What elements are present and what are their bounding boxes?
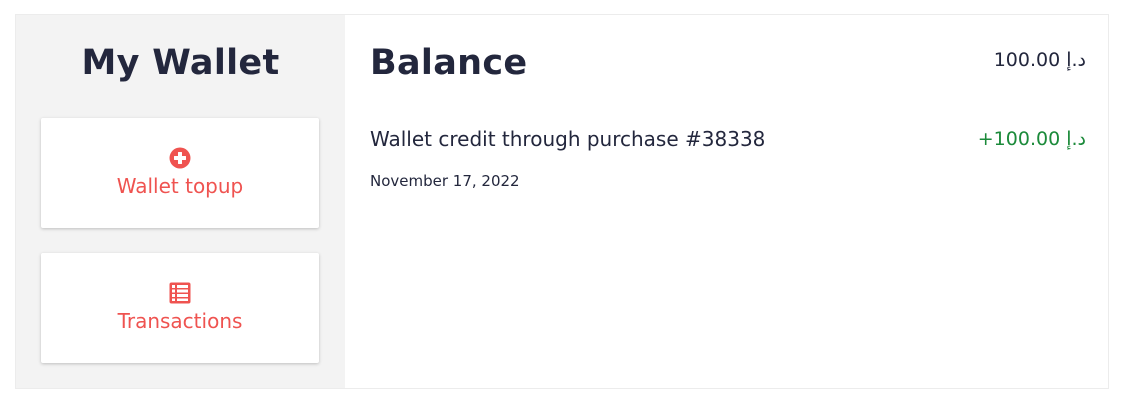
wallet-topup-button[interactable]: Wallet topup: [41, 118, 319, 228]
balance-main: Balance 100.00 د.إ Wallet credit through…: [345, 15, 1108, 388]
balance-amount: 100.00 د.إ: [993, 49, 1086, 71]
plus-circle-icon: [169, 147, 191, 169]
transaction-description: Wallet credit through purchase #38338: [370, 127, 766, 151]
transaction-date: November 17, 2022: [370, 172, 520, 190]
wallet-sidebar: My Wallet Wallet topup Transactions: [16, 15, 345, 388]
wallet-topup-label: Wallet topup: [116, 174, 244, 198]
transactions-button[interactable]: Transactions: [41, 253, 319, 363]
wallet-panel: My Wallet Wallet topup Transactions Bala…: [15, 14, 1109, 389]
balance-title: Balance: [370, 43, 528, 83]
transaction-amount: +100.00 د.إ: [977, 128, 1086, 150]
sidebar-title: My Wallet: [81, 43, 280, 83]
transactions-label: Transactions: [117, 309, 243, 333]
list-icon: [169, 282, 191, 304]
